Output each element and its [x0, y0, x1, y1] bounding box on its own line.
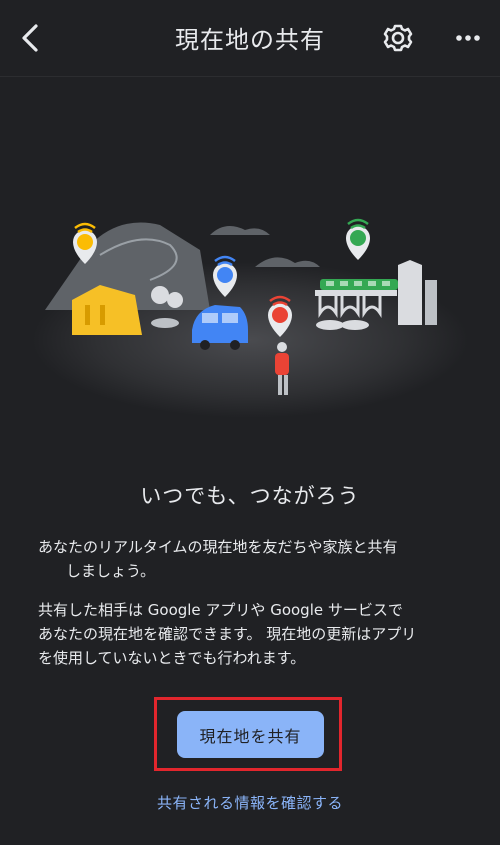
description-2-line-3: を使用していないときでも行われます。	[38, 649, 306, 667]
share-location-button[interactable]: 現在地を共有	[177, 711, 324, 758]
green-location-pin	[346, 218, 370, 260]
description-2-line-2: あなたの現在地を確認できます。 現在地の更新はアプリ	[38, 625, 417, 643]
description-paragraph-1: あなたのリアルタイムの現在地を友だちや家族と共有 しましょう。	[38, 535, 468, 583]
review-shared-info-link[interactable]: 共有される情報を確認する	[0, 792, 500, 813]
location-sharing-screen: 現在地の共有 いつでも、つながろう あなたのリアルタイムの現在地を友だちや家族と…	[0, 0, 500, 845]
page-title: 現在地の共有	[175, 26, 325, 54]
description-1-line-2: しましょう。	[66, 562, 156, 580]
settings-button[interactable]	[380, 20, 416, 56]
more-horizontal-icon	[456, 35, 480, 41]
more-options-button[interactable]	[450, 20, 486, 56]
description-2-line-1: 共有した相手は Google アプリや Google サービスで	[38, 601, 403, 619]
headline: いつでも、つながろう	[140, 484, 360, 508]
top-app-bar: 現在地の共有	[0, 0, 500, 77]
description-paragraph-2: 共有した相手は Google アプリや Google サービスで あなたの現在地…	[38, 598, 468, 670]
location-sharing-illustration	[32, 218, 468, 418]
description-1-line-1: あなたのリアルタイムの現在地を友だちや家族と共有	[38, 538, 398, 556]
gear-icon	[383, 24, 413, 52]
